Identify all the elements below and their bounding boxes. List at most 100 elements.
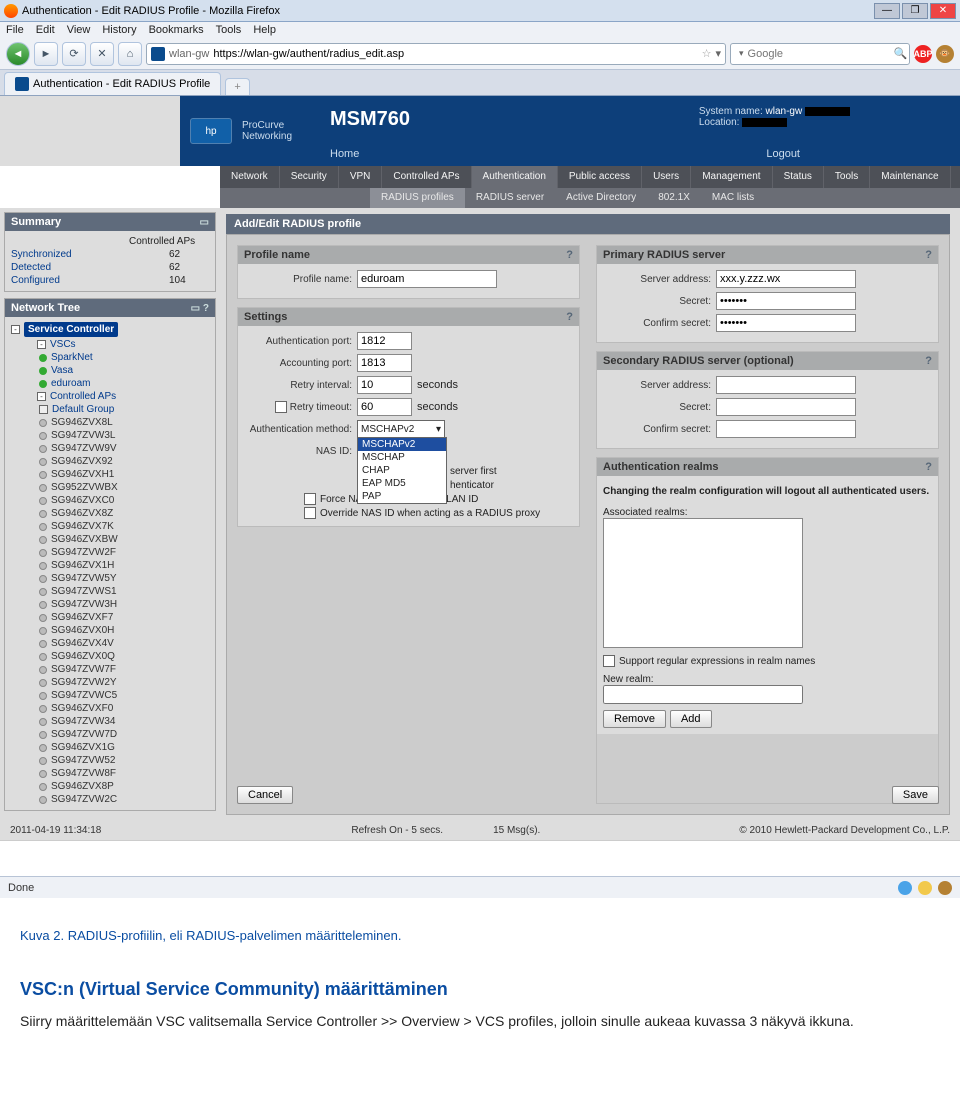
- auth-method-option[interactable]: MSCHAPv2: [358, 438, 446, 451]
- ap-item[interactable]: SG947ZVW52: [9, 754, 211, 767]
- ap-item[interactable]: SG947ZVW9V: [9, 442, 211, 455]
- nav-status[interactable]: Status: [773, 166, 824, 188]
- ap-item[interactable]: SG947ZVW5Y: [9, 572, 211, 585]
- stop-button[interactable]: ✕: [90, 42, 114, 66]
- server-addr-input2[interactable]: [716, 376, 856, 394]
- ap-item[interactable]: SG946ZVX8Z: [9, 507, 211, 520]
- ap-item[interactable]: SG947ZVW3H: [9, 598, 211, 611]
- subnav-radius-profiles[interactable]: RADIUS profiles: [370, 188, 465, 208]
- new-tab-button[interactable]: +: [225, 78, 249, 95]
- regex-check[interactable]: [603, 655, 615, 667]
- ap-item[interactable]: SG946ZVX8P: [9, 780, 211, 793]
- profile-name-input[interactable]: [357, 270, 497, 288]
- help-icon[interactable]: ?: [925, 461, 932, 473]
- abp-icon[interactable]: ABP: [914, 45, 932, 63]
- override-nas-check[interactable]: [304, 507, 316, 519]
- subnav-mac-lists[interactable]: MAC lists: [701, 188, 765, 208]
- ap-item[interactable]: SG947ZVW34: [9, 715, 211, 728]
- vsc-vasa[interactable]: Vasa: [9, 364, 211, 377]
- menu-file[interactable]: File: [6, 24, 24, 36]
- minimize-button[interactable]: —: [874, 3, 900, 19]
- home-button[interactable]: ⌂: [118, 42, 142, 66]
- confirm-input2[interactable]: [716, 420, 856, 438]
- nav-controlled-aps[interactable]: Controlled APs: [382, 166, 471, 188]
- ap-item[interactable]: SG946ZVXF0: [9, 702, 211, 715]
- lock-icon[interactable]: [918, 881, 932, 895]
- search-icon[interactable]: 🔍: [894, 47, 908, 60]
- server-addr-input[interactable]: [716, 270, 856, 288]
- search-box[interactable]: ▾ 🔍: [730, 43, 910, 65]
- greasemonkey-icon[interactable]: [938, 881, 952, 895]
- minimize-panel-icon[interactable]: ▭: [200, 217, 209, 228]
- retry-timeout-check[interactable]: [275, 401, 287, 413]
- auth-method-select[interactable]: MSCHAPv2▾ MSCHAPv2MSCHAPCHAPEAP MD5PAP: [357, 420, 445, 438]
- ap-item[interactable]: SG946ZVX1G: [9, 741, 211, 754]
- ap-item[interactable]: SG946ZVX8L: [9, 416, 211, 429]
- nav-security[interactable]: Security: [280, 166, 339, 188]
- logout-link[interactable]: Logout: [766, 148, 800, 160]
- sum-link[interactable]: Detected: [11, 262, 51, 273]
- help-icon[interactable]: ?: [925, 355, 932, 367]
- force-nas-check[interactable]: [304, 493, 316, 505]
- sum-link[interactable]: Configured: [11, 275, 60, 286]
- nav-public-access[interactable]: Public access: [558, 166, 642, 188]
- forward-button[interactable]: ►: [34, 42, 58, 66]
- nav-vpn[interactable]: VPN: [339, 166, 383, 188]
- tree-aps-label[interactable]: Controlled APs: [50, 391, 116, 402]
- auth-method-option[interactable]: MSCHAP: [358, 451, 446, 464]
- ap-item[interactable]: SG946ZVX1H: [9, 559, 211, 572]
- nav-management[interactable]: Management: [691, 166, 772, 188]
- assoc-realms-list[interactable]: [603, 518, 803, 648]
- help-icon[interactable]: ?: [566, 311, 573, 323]
- ap-item[interactable]: SG946ZVX4V: [9, 637, 211, 650]
- maximize-button[interactable]: ❐: [902, 3, 928, 19]
- confirm-input[interactable]: [716, 314, 856, 332]
- reload-button[interactable]: ⟳: [62, 42, 86, 66]
- ap-item[interactable]: SG947ZVW7D: [9, 728, 211, 741]
- menu-view[interactable]: View: [67, 24, 91, 36]
- menu-help[interactable]: Help: [253, 24, 276, 36]
- tree-root[interactable]: Service Controller: [24, 322, 118, 337]
- subnav-active-directory[interactable]: Active Directory: [555, 188, 647, 208]
- help-icon[interactable]: ?: [925, 249, 932, 261]
- vsc-eduroam[interactable]: eduroam: [9, 377, 211, 390]
- ap-item[interactable]: SG947ZVWS1: [9, 585, 211, 598]
- menu-edit[interactable]: Edit: [36, 24, 55, 36]
- ap-item[interactable]: SG946ZVXBW: [9, 533, 211, 546]
- home-link[interactable]: Home: [330, 148, 359, 160]
- ap-item[interactable]: SG947ZVWC5: [9, 689, 211, 702]
- group-icon[interactable]: [39, 405, 48, 414]
- url-dropdown-icon[interactable]: ▾: [715, 47, 721, 60]
- greasemonkey-icon[interactable]: 🐵: [936, 45, 954, 63]
- auth-method-option[interactable]: CHAP: [358, 464, 446, 477]
- search-dropdown-icon[interactable]: ▾: [739, 48, 744, 59]
- search-input[interactable]: [748, 48, 890, 60]
- menu-tools[interactable]: Tools: [216, 24, 242, 36]
- retry-interval-input[interactable]: [357, 376, 412, 394]
- nav-tools[interactable]: Tools: [824, 166, 870, 188]
- ap-item[interactable]: SG946ZVXC0: [9, 494, 211, 507]
- close-button[interactable]: ✕: [930, 3, 956, 19]
- acct-port-input[interactable]: [357, 354, 412, 372]
- auth-method-option[interactable]: PAP: [358, 490, 446, 503]
- ap-item[interactable]: SG947ZVW2Y: [9, 676, 211, 689]
- menu-history[interactable]: History: [102, 24, 136, 36]
- auth-method-option[interactable]: EAP MD5: [358, 477, 446, 490]
- default-group[interactable]: Default Group: [52, 404, 114, 415]
- tree-vscs-label[interactable]: VSCs: [50, 339, 76, 350]
- tab-active[interactable]: Authentication - Edit RADIUS Profile: [4, 72, 221, 95]
- ap-item[interactable]: SG946ZVXF7: [9, 611, 211, 624]
- nav-authentication[interactable]: Authentication: [472, 166, 558, 188]
- collapse-icon[interactable]: -: [11, 325, 20, 334]
- secret-input2[interactable]: [716, 398, 856, 416]
- nav-maintenance[interactable]: Maintenance: [870, 166, 950, 188]
- cancel-button[interactable]: Cancel: [237, 786, 293, 804]
- menu-bookmarks[interactable]: Bookmarks: [149, 24, 204, 36]
- globe-icon[interactable]: [898, 881, 912, 895]
- ap-item[interactable]: SG946ZVX0Q: [9, 650, 211, 663]
- url-box[interactable]: wlan-gw ☆ ▾: [146, 43, 726, 65]
- auth-port-input[interactable]: [357, 332, 412, 350]
- ap-item[interactable]: SG947ZVW7F: [9, 663, 211, 676]
- save-button[interactable]: Save: [892, 786, 939, 804]
- nav-network[interactable]: Network: [220, 166, 280, 188]
